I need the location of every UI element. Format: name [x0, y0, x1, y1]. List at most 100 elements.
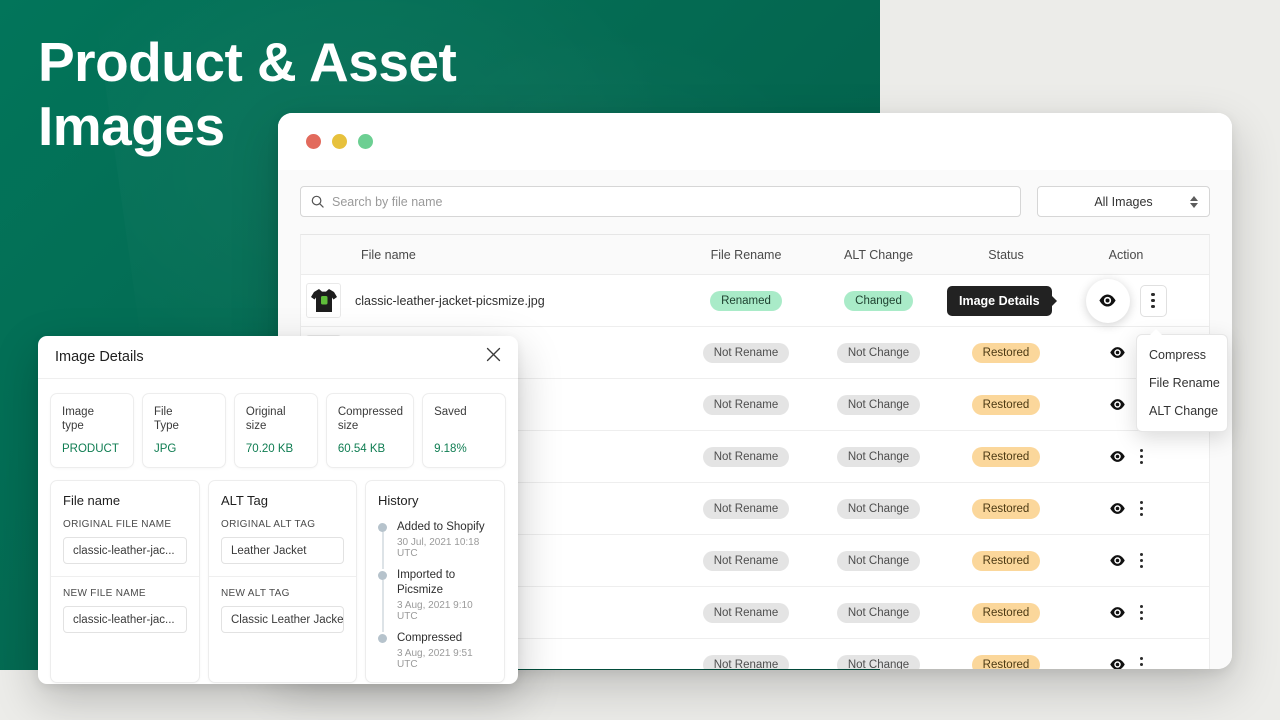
- column-header-status: Status: [946, 248, 1066, 262]
- new-alt-tag-input[interactable]: Classic Leather Jacket p: [221, 606, 344, 633]
- cell-alt-change: Not Change: [811, 447, 946, 467]
- close-window-dot[interactable]: [306, 134, 321, 149]
- image-details-tooltip: Image Details: [947, 286, 1052, 316]
- eye-icon[interactable]: [1109, 604, 1126, 621]
- search-input-placeholder: Search by file name: [332, 195, 442, 209]
- stat-label: Compressed size: [338, 405, 403, 433]
- alt-change-badge: Not Change: [837, 655, 920, 670]
- stat-card-image-type: Image type PRODUCT: [50, 393, 134, 468]
- cell-action: [1066, 448, 1186, 465]
- search-input[interactable]: Search by file name: [300, 186, 1021, 217]
- minimize-window-dot[interactable]: [332, 134, 347, 149]
- stat-card-original-size: Original size 70.20 KB: [234, 393, 318, 468]
- cell-action: [1066, 552, 1186, 569]
- image-filter-select[interactable]: All Images: [1037, 186, 1210, 217]
- cell-file-rename: Not Rename: [681, 603, 811, 623]
- kebab-menu-icon[interactable]: [1140, 449, 1143, 464]
- status-badge: Restored: [972, 499, 1041, 519]
- kebab-menu-icon[interactable]: [1140, 501, 1143, 516]
- stat-label: File Type: [154, 405, 215, 433]
- file-rename-badge: Not Rename: [703, 551, 790, 571]
- view-image-details-button[interactable]: [1086, 279, 1130, 323]
- eye-icon[interactable]: [1109, 656, 1126, 669]
- cell-action: [1066, 604, 1186, 621]
- stat-label-line2: type: [62, 420, 84, 432]
- maximize-window-dot[interactable]: [358, 134, 373, 149]
- image-details-panel-header: Image Details: [38, 336, 518, 379]
- stat-label-line1: Saved: [434, 406, 467, 418]
- search-icon: [311, 195, 324, 208]
- file-name-card: File name ORIGINAL FILE NAME classic-lea…: [50, 480, 200, 683]
- new-alt-tag-label: NEW ALT TAG: [221, 588, 344, 599]
- stat-label: Image type: [62, 405, 123, 433]
- kebab-menu-icon[interactable]: [1140, 605, 1143, 620]
- cell-status: Restored: [946, 343, 1066, 363]
- cell-file-rename: Not Rename: [681, 499, 811, 519]
- eye-icon[interactable]: [1109, 552, 1126, 569]
- history-item: Compressed 3 Aug, 2021 9:51 UTC: [378, 631, 492, 670]
- stat-label-line1: Image: [62, 406, 94, 418]
- history-timeline: Added to Shopify 30 Jul, 2021 10:18 UTC …: [366, 508, 504, 682]
- original-alt-tag-input[interactable]: Leather Jacket: [221, 537, 344, 564]
- image-filter-selected-value: All Images: [1094, 195, 1152, 209]
- original-alt-tag-label: ORIGINAL ALT TAG: [221, 519, 344, 530]
- table-row[interactable]: classic-leather-jacket-picsmize.jpg Rena…: [301, 275, 1209, 327]
- file-name-card-title: File name: [51, 481, 199, 508]
- tshirt-icon: [310, 288, 338, 314]
- cell-file-rename: Not Rename: [681, 551, 811, 571]
- stat-value: PRODUCT: [62, 443, 123, 455]
- cell-file-rename: Renamed: [681, 291, 811, 311]
- original-file-name-input[interactable]: classic-leather-jac...: [63, 537, 187, 564]
- history-item-title: Imported to Picsmize: [397, 568, 492, 598]
- menu-item-file-rename[interactable]: File Rename: [1137, 369, 1227, 397]
- history-card: History Added to Shopify 30 Jul, 2021 10…: [365, 480, 505, 683]
- eye-icon[interactable]: [1109, 448, 1126, 465]
- cell-status: Restored: [946, 447, 1066, 467]
- column-header-alt-change: ALT Change: [811, 248, 946, 262]
- status-badge: Restored: [972, 655, 1041, 670]
- eye-icon[interactable]: [1109, 396, 1126, 413]
- status-badge: Restored: [972, 447, 1041, 467]
- history-item-title: Added to Shopify: [397, 520, 492, 535]
- status-badge: Restored: [972, 603, 1041, 623]
- stat-label-line2: [434, 420, 437, 432]
- stat-card-saved: Saved 9.18%: [422, 393, 506, 468]
- column-header-file-rename: File Rename: [681, 248, 811, 262]
- image-details-cards-row: File name ORIGINAL FILE NAME classic-lea…: [38, 480, 518, 684]
- history-item-time: 30 Jul, 2021 10:18 UTC: [397, 537, 492, 559]
- window-titlebar: [278, 113, 1232, 170]
- kebab-menu-icon[interactable]: [1140, 657, 1143, 669]
- cell-file-rename: Not Rename: [681, 447, 811, 467]
- stat-label-line1: Compressed: [338, 406, 403, 418]
- menu-item-alt-change[interactable]: ALT Change: [1137, 397, 1227, 425]
- menu-item-compress[interactable]: Compress: [1137, 341, 1227, 369]
- stat-label-line1: File: [154, 406, 173, 418]
- close-icon[interactable]: [486, 347, 501, 367]
- file-rename-badge: Not Rename: [703, 395, 790, 415]
- original-alt-tag-field: ORIGINAL ALT TAG Leather Jacket: [209, 508, 356, 576]
- row-actions-menu-button[interactable]: [1140, 285, 1167, 317]
- product-thumbnail: [306, 283, 341, 318]
- new-file-name-input[interactable]: classic-leather-jac...: [63, 606, 187, 633]
- status-badge: Restored: [972, 343, 1041, 363]
- alt-change-badge: Not Change: [837, 343, 920, 363]
- alt-tag-card-title: ALT Tag: [209, 481, 356, 508]
- new-file-name-label: NEW FILE NAME: [63, 588, 187, 599]
- cell-status: Restored: [946, 603, 1066, 623]
- cell-alt-change: Not Change: [811, 603, 946, 623]
- image-stats-row: Image type PRODUCT File Type JPG Origina…: [38, 379, 518, 480]
- file-rename-badge: Not Rename: [703, 447, 790, 467]
- alt-change-badge: Not Change: [837, 499, 920, 519]
- cell-alt-change: Not Change: [811, 551, 946, 571]
- cell-file-rename: Not Rename: [681, 655, 811, 670]
- table-header-row: File name File Rename ALT Change Status …: [301, 235, 1209, 275]
- kebab-menu-icon[interactable]: [1140, 553, 1143, 568]
- eye-icon[interactable]: [1109, 500, 1126, 517]
- alt-tag-card: ALT Tag ORIGINAL ALT TAG Leather Jacket …: [208, 480, 357, 683]
- eye-icon[interactable]: [1109, 344, 1126, 361]
- history-item-title: Compressed: [397, 631, 492, 646]
- history-item-time: 3 Aug, 2021 9:51 UTC: [397, 648, 492, 670]
- history-card-title: History: [366, 481, 504, 508]
- cell-status: Restored: [946, 551, 1066, 571]
- alt-change-badge: Not Change: [837, 551, 920, 571]
